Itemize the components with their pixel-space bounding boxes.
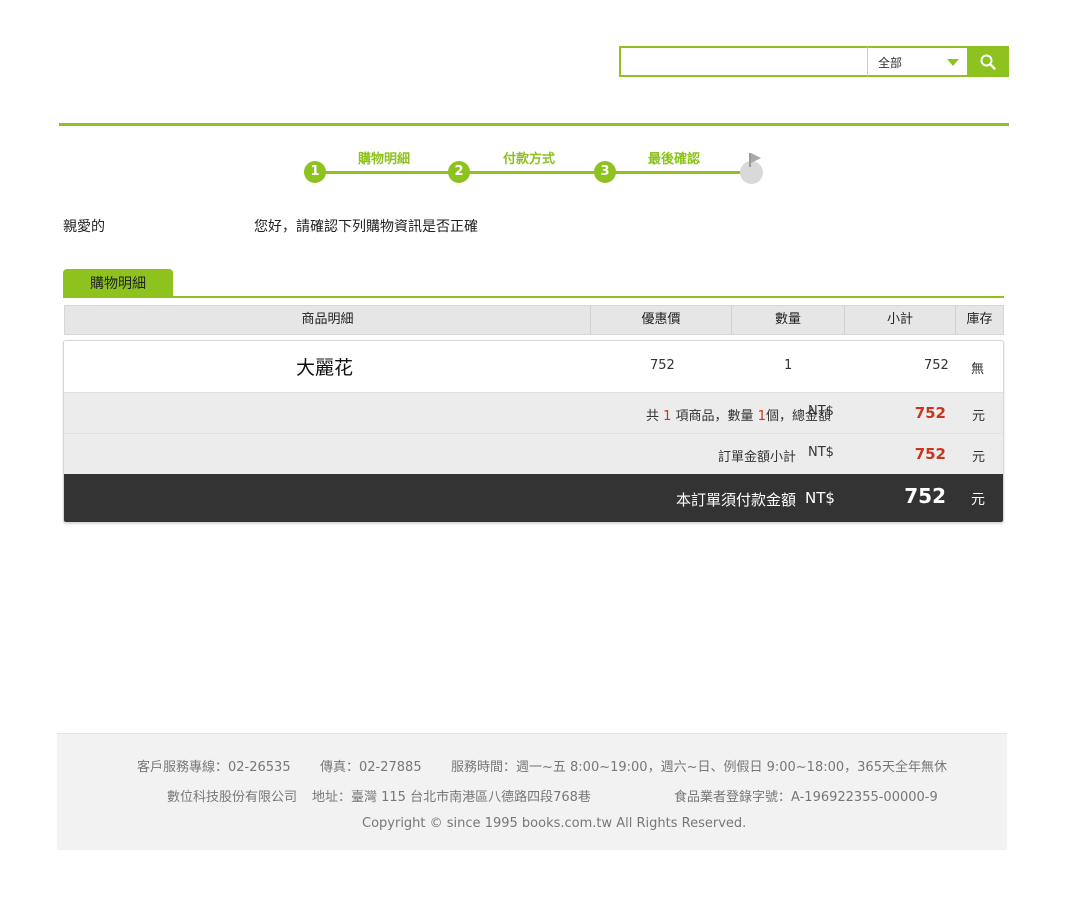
count-mid: 項商品，數量 [675, 409, 754, 424]
unit-label: 元 [972, 450, 986, 465]
chevron-down-icon [947, 59, 959, 66]
col-subtotal: 小計 [845, 306, 956, 334]
search-icon [980, 54, 996, 70]
greeting-message: 您好，請確認下列購物資訊是否正確 [254, 219, 478, 235]
count-prefix: 共 [645, 409, 659, 424]
payment-label: 本訂單須付款金額 [676, 491, 797, 509]
product-price: 752 [650, 358, 675, 373]
footer-address: 地址：臺灣 115 台北市南港區八德路四段768巷 [312, 790, 591, 805]
greeting-salutation: 親愛的 [63, 219, 105, 235]
col-qty: 數量 [732, 306, 845, 334]
step-label-1: 購物明細 [358, 152, 411, 167]
step-finish-circle [740, 161, 763, 184]
summary-order-row: 訂單金額小計 NT$ 752 元 [64, 433, 1003, 474]
table-header: 商品明細 優惠價 數量 小計 庫存 [64, 305, 1004, 335]
payment-total: 752 [904, 484, 946, 508]
currency-label: NT$ [808, 445, 834, 460]
search-input[interactable] [619, 46, 867, 77]
step-circle-1: 1 [304, 161, 326, 183]
payment-total-row: 本訂單須付款金額 NT$ 752 元 [64, 474, 1003, 522]
product-qty: 1 [784, 358, 793, 373]
search-bar: 全部 [619, 46, 1009, 77]
product-name[interactable]: 大麗花 [296, 353, 353, 380]
steps-progress-line [315, 171, 751, 174]
step-circle-3: 3 [594, 161, 616, 183]
search-button[interactable] [967, 46, 1009, 77]
footer-hours: 服務時間：週一~五 8:00~19:00，週六~日、例假日 9:00~18:00… [451, 760, 947, 775]
cart-table: 大麗花 752 1 752 無 共 1 項商品，數量 1個，總金額 NT$ 75… [63, 340, 1004, 523]
footer-copyright: Copyright © since 1995 books.com.tw All … [362, 816, 747, 831]
currency-label: NT$ [808, 404, 834, 419]
summary-count-row: 共 1 項商品，數量 1個，總金額 NT$ 752 元 [64, 392, 1003, 433]
order-subtotal-label: 訂單金額小計 [718, 450, 797, 465]
product-subtotal: 752 [924, 358, 949, 373]
tab-cart-details[interactable]: 購物明細 [63, 269, 173, 297]
site-footer: 客戶服務專線：02-26535 傳真：02-27885 服務時間：週一~五 8:… [57, 733, 1007, 850]
summary-count-text: 共 1 項商品，數量 1個，總金額 [646, 405, 831, 424]
footer-company: 數位科技股份有限公司 [167, 790, 298, 805]
checkout-steps: 購物明細 付款方式 最後確認 1 2 3 [300, 145, 770, 190]
col-product: 商品明細 [65, 306, 591, 334]
col-stock: 庫存 [966, 312, 993, 327]
footer-fax: 傳真：02-27885 [320, 760, 422, 775]
items-total: 752 [914, 404, 946, 422]
count-qty: 1 [757, 409, 766, 424]
count-items: 1 [663, 409, 672, 424]
step-circle-2: 2 [448, 161, 470, 183]
footer-license: 食品業者登錄字號：A-196922355-00000-9 [674, 790, 938, 805]
header-divider [59, 123, 1009, 126]
category-select[interactable]: 全部 [867, 46, 967, 77]
category-select-value: 全部 [878, 56, 903, 70]
col-price: 優惠價 [591, 306, 732, 334]
footer-service-phone: 客戶服務專線：02-26535 [137, 760, 291, 775]
order-subtotal: 752 [914, 445, 946, 463]
flag-icon [749, 153, 761, 167]
unit-label: 元 [971, 492, 985, 508]
step-label-3: 最後確認 [648, 152, 701, 167]
currency-label: NT$ [805, 489, 835, 507]
tab-divider [63, 296, 1004, 298]
unit-label: 元 [972, 409, 986, 424]
product-stock: 無 [971, 362, 985, 377]
table-row: 大麗花 752 1 752 無 [64, 341, 1003, 392]
step-label-2: 付款方式 [503, 152, 556, 167]
